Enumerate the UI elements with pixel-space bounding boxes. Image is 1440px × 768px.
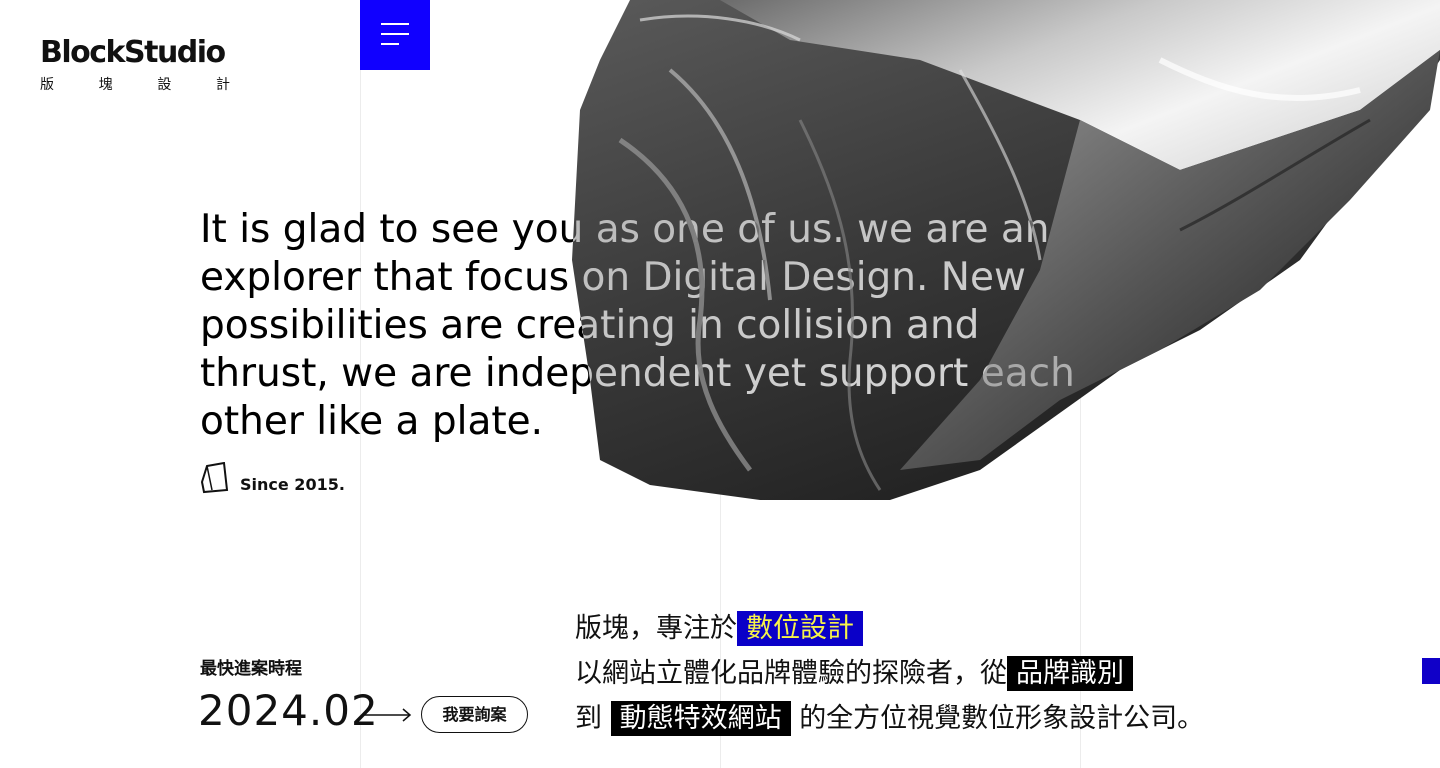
since-text: Since 2015. [240,475,345,494]
tagline-text: 版塊，專注於 [575,613,737,644]
logo-char: 設 [157,77,172,93]
highlight-brand-identity: 品牌識別 [1007,656,1133,691]
logo-char: 版 [40,77,54,93]
schedule-date: 2024.02 [198,686,379,735]
intro-line: explorer that focus on Digital Design. N… [200,255,1026,300]
intro-line: thrust, we are independent yet support e… [200,351,1075,396]
tagline-text: 的全方位視覺數位形象設計公司。 [799,703,1205,734]
tagline-text: 以網站立體化品牌體驗的探險者，從 [575,658,1007,689]
tagline-line: 版塊，專注於 數位設計 [575,606,1204,651]
side-tab[interactable] [1422,658,1440,684]
intro-line: It is glad to see you as one of us. we a… [200,207,1050,252]
intro-paragraph: It is glad to see you as one of us. we a… [200,206,1080,446]
arrow-right-icon [363,708,412,722]
inquiry-button[interactable]: 我要詢案 [421,696,528,733]
tagline-text: 到 [575,703,602,734]
hamburger-menu-icon [381,23,409,25]
logo-char: 塊 [98,77,113,93]
logo-chinese-name: 版 塊 設 計 [40,74,230,94]
intro-line: possibilities are creating in collision … [200,303,980,348]
hamburger-menu-icon-bar [381,43,399,45]
schedule-label: 最快進案時程 [200,659,302,679]
since-badge: Since 2015. [200,462,345,494]
logo-char: 計 [215,77,230,93]
hamburger-menu-icon-bar [381,33,409,35]
menu-button[interactable] [360,0,430,70]
logo-wordmark: BlockStudio [40,35,226,70]
tagline-line: 到 動態特效網站 的全方位視覺數位形象設計公司。 [575,696,1204,741]
tagline-line: 以網站立體化品牌體驗的探險者，從 品牌識別 [575,651,1204,696]
block-outline-icon [200,462,229,494]
intro-line: other like a plate. [200,399,544,444]
highlight-digital-design: 數位設計 [737,611,863,646]
site-logo[interactable]: BlockStudio 版 塊 設 計 [40,38,230,94]
highlight-motion-website: 動態特效網站 [610,701,791,736]
tagline: 版塊，專注於 數位設計 以網站立體化品牌體驗的探險者，從 品牌識別 到 動態特效網站… [575,606,1204,741]
